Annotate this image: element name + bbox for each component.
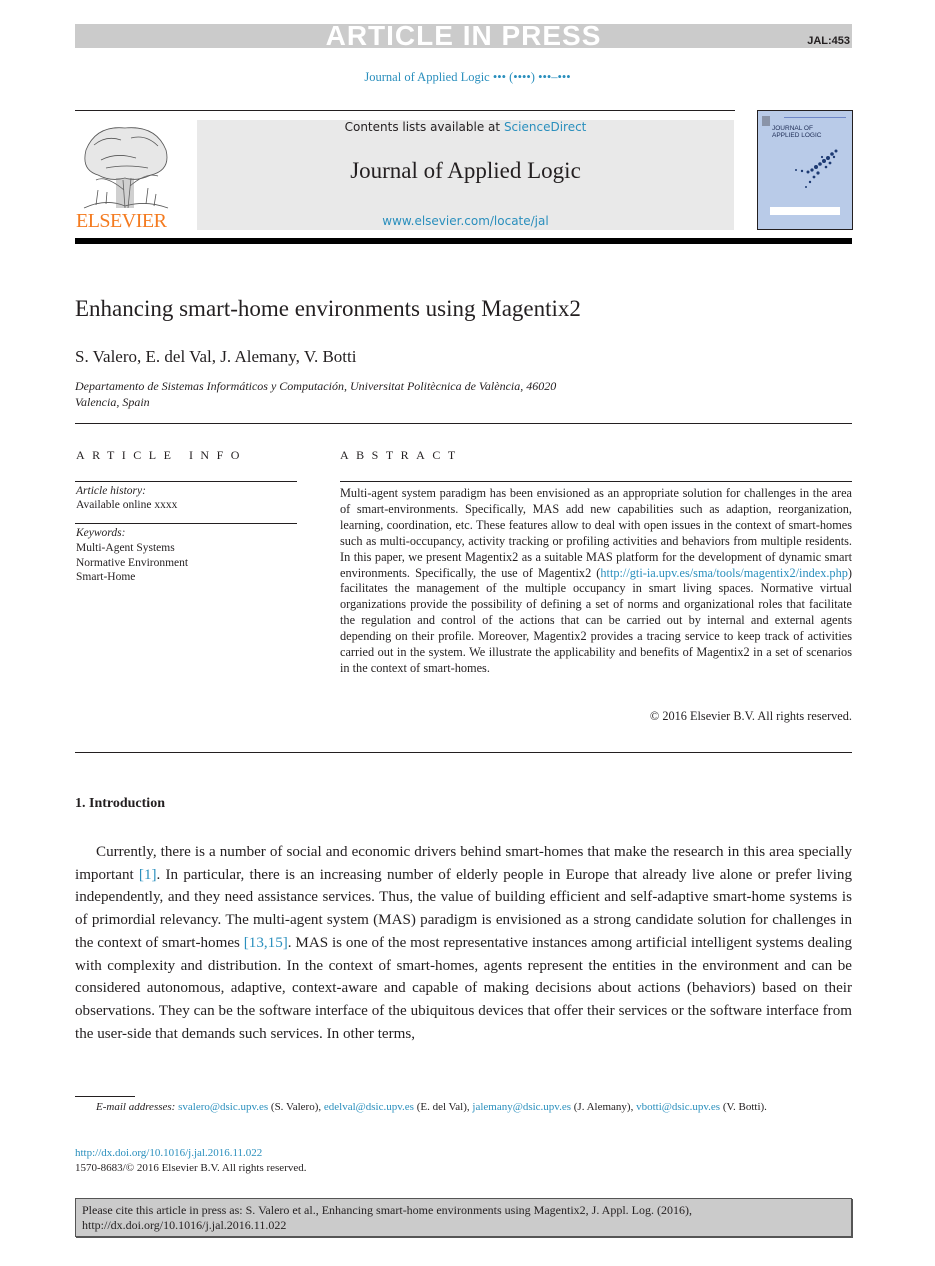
reference-link[interactable]: [1] <box>139 867 157 883</box>
masthead-bottom-rule <box>75 238 852 244</box>
keyword: Normative Environment <box>76 556 189 569</box>
abstract-text: Multi-agent system paradigm has been env… <box>340 486 852 677</box>
cover-title: JOURNAL OF APPLIED LOGIC <box>772 125 822 139</box>
cover-illustration-icon <box>795 149 838 188</box>
authors: S. Valero, E. del Val, J. Alemany, V. Bo… <box>75 347 357 366</box>
email-label: E-mail addresses: <box>96 1101 176 1113</box>
article-info-heading: ARTICLE INFO <box>76 448 247 462</box>
masthead-center-panel: Contents lists available at ScienceDirec… <box>197 120 734 230</box>
article-title: Enhancing smart-home environments using … <box>75 296 581 321</box>
introduction-heading: 1. Introduction <box>75 796 165 811</box>
footnote-rule <box>75 1096 135 1097</box>
email-owner: (S. Valero), <box>270 1101 322 1113</box>
introduction-paragraph: Currently, there is a number of social a… <box>75 841 852 1045</box>
abstract-rule <box>340 481 852 482</box>
article-code: JAL:453 <box>807 35 850 47</box>
affiliation-line: Valencia, Spain <box>75 394 150 409</box>
section-divider <box>75 423 852 424</box>
email-owner: (J. Alemany), <box>573 1101 634 1113</box>
citation-line[interactable]: http://dx.doi.org/10.1016/j.jal.2016.11.… <box>82 1218 847 1233</box>
sciencedirect-link[interactable]: ScienceDirect <box>504 120 586 134</box>
abstract-heading: ABSTRACT <box>340 448 463 462</box>
email-link[interactable]: vbotti@dsic.upv.es <box>636 1101 720 1113</box>
issn-copyright: 1570-8683/© 2016 Elsevier B.V. All right… <box>75 1162 307 1174</box>
citation-text: Please cite this article in press as: S.… <box>82 1203 847 1233</box>
cover-footer-strip <box>770 207 840 215</box>
abstract-copyright: © 2016 Elsevier B.V. All rights reserved… <box>649 709 852 723</box>
citation-box: Please cite this article in press as: S.… <box>75 1198 852 1237</box>
section-divider <box>75 752 852 753</box>
cover-rule <box>784 117 846 118</box>
masthead-top-rule <box>75 110 735 111</box>
doi-link[interactable]: http://dx.doi.org/10.1016/j.jal.2016.11.… <box>75 1147 262 1159</box>
keywords-list: Multi-Agent Systems Normative Environmen… <box>76 541 188 585</box>
article-info-rule <box>75 481 297 482</box>
article-info-rule <box>75 523 297 524</box>
citation-line: Please cite this article in press as: S.… <box>82 1203 692 1217</box>
cover-publisher-mark <box>762 116 770 126</box>
journal-homepage-link[interactable]: www.elsevier.com/locate/jal <box>197 214 734 228</box>
keywords-label: Keywords: <box>76 527 126 539</box>
contents-available-line: Contents lists available at ScienceDirec… <box>197 120 734 134</box>
magentix2-url-link[interactable]: http://gti-ia.upv.es/sma/tools/magentix2… <box>600 566 848 580</box>
article-in-press-label: ARTICLE IN PRESS <box>325 20 602 51</box>
running-head[interactable]: Journal of Applied Logic ••• (••••) •••–… <box>0 70 935 85</box>
cover-title-line: APPLIED LOGIC <box>772 132 822 139</box>
abstract-text-part: ) facilitates the management of the mult… <box>340 565 852 675</box>
contents-prefix: Contents lists available at <box>344 120 504 134</box>
affiliation: Departamento de Sistemas Informáticos y … <box>75 379 735 410</box>
email-link[interactable]: edelval@dsic.upv.es <box>324 1101 414 1113</box>
keyword: Smart-Home <box>76 571 136 584</box>
journal-cover-thumbnail[interactable]: JOURNAL OF APPLIED LOGIC <box>757 110 853 230</box>
email-owner: (E. del Val), <box>416 1101 470 1113</box>
email-link[interactable]: svalero@dsic.upv.es <box>178 1101 268 1113</box>
article-history-label: Article history: <box>76 485 146 497</box>
journal-name: Journal of Applied Logic <box>350 158 581 183</box>
keyword: Multi-Agent Systems <box>76 542 175 554</box>
article-in-press-banner: ARTICLE IN PRESS JAL:453 <box>75 20 852 51</box>
affiliation-line: Departamento de Sistemas Informáticos y … <box>75 379 557 393</box>
reference-link[interactable]: [13,15] <box>244 935 288 951</box>
email-link[interactable]: jalemany@dsic.upv.es <box>472 1101 571 1113</box>
cover-title-line: JOURNAL OF <box>772 125 813 132</box>
email-footnote: E-mail addresses: svalero@dsic.upv.es (S… <box>75 1100 852 1116</box>
elsevier-wordmark[interactable]: ELSEVIER <box>76 210 167 233</box>
email-owner: (V. Botti). <box>722 1101 767 1113</box>
article-history-value: Available online xxxx <box>76 499 178 511</box>
